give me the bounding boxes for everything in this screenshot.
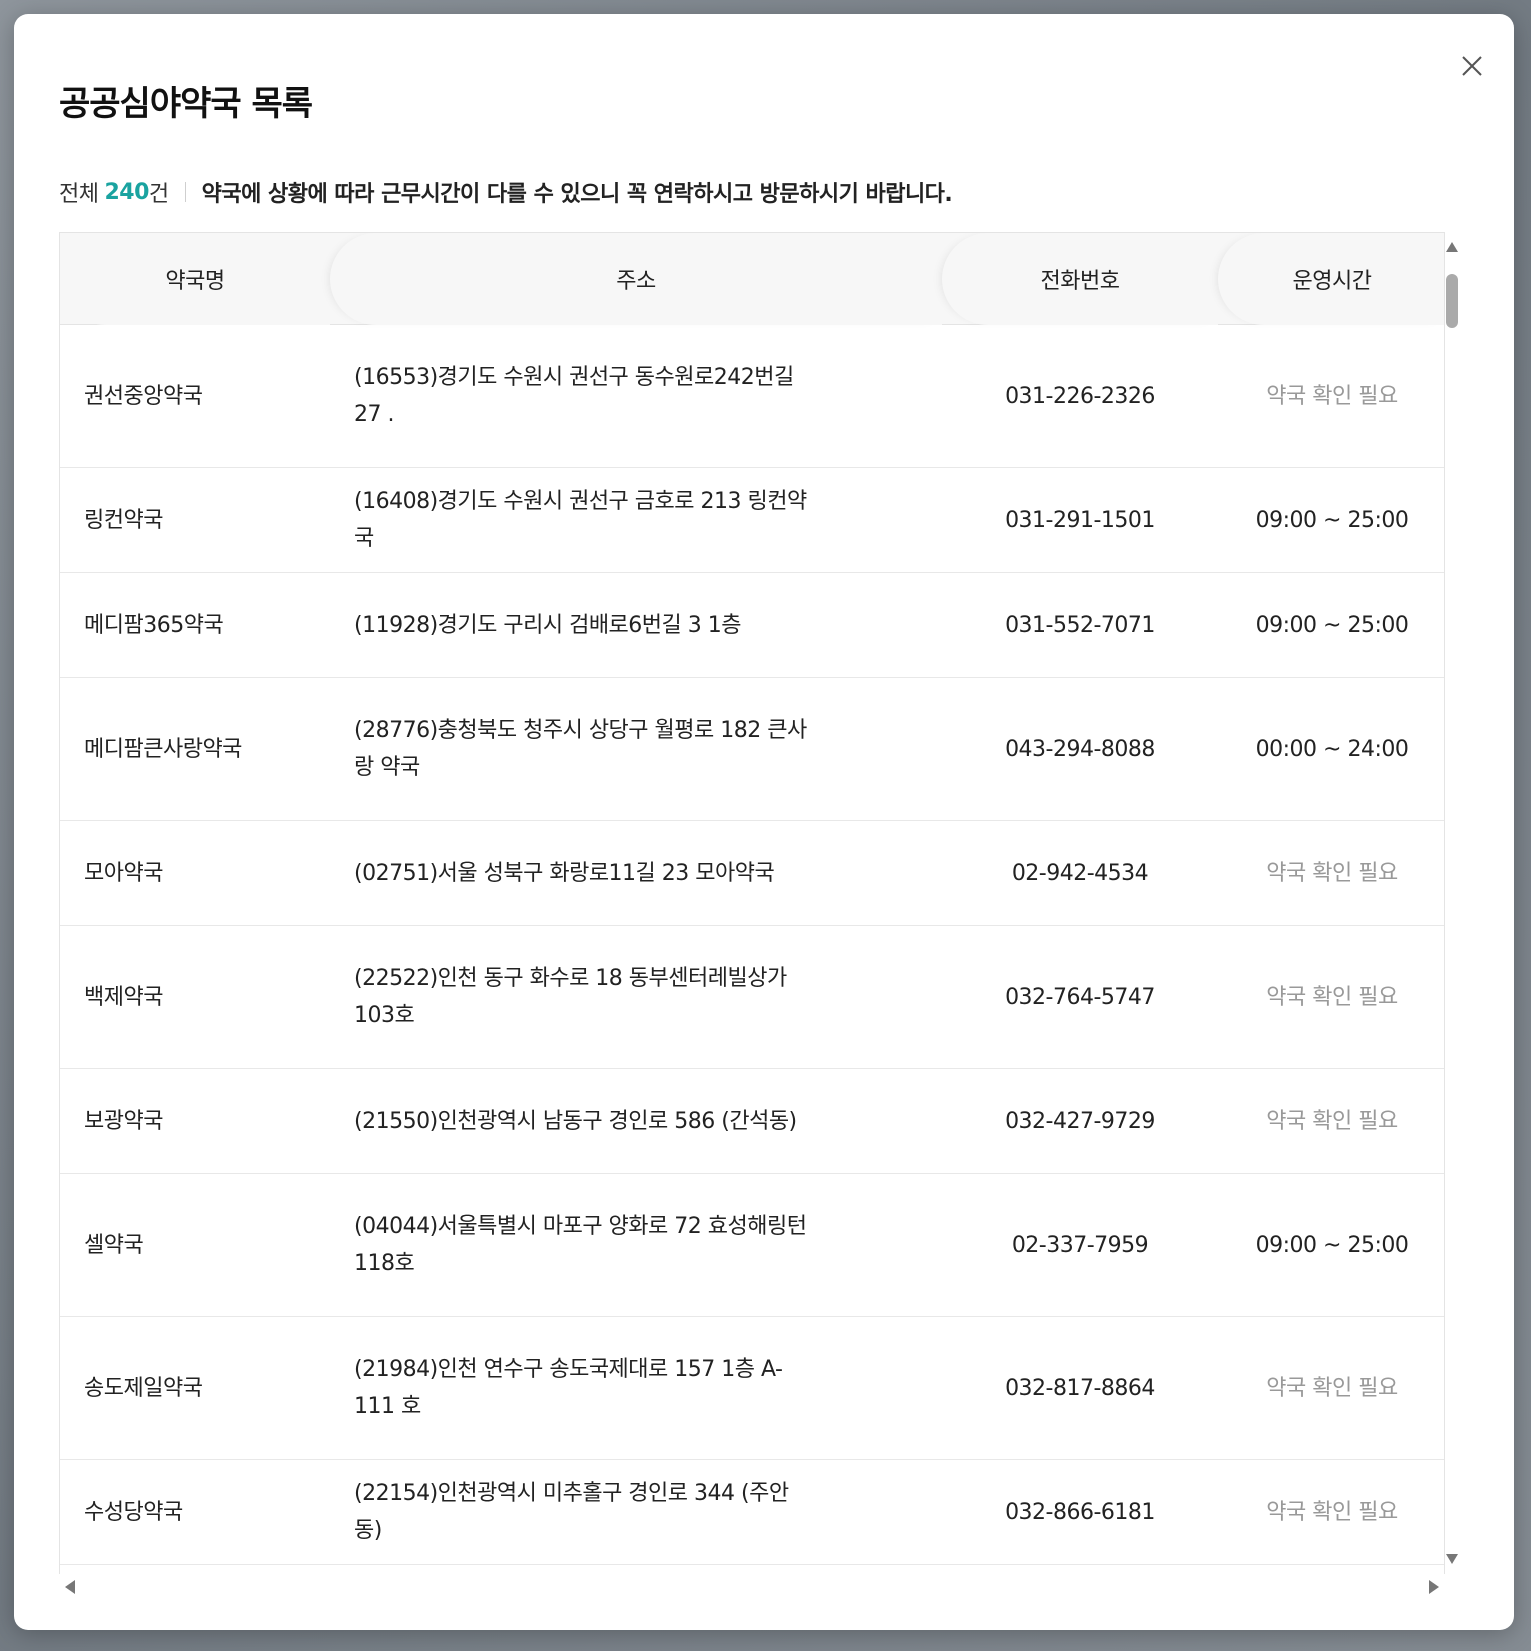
pharmacy-name: 수성당약국 bbox=[84, 1499, 183, 1525]
pharmacy-address: (11928)경기도 구리시 검배로6번길 3 1층 bbox=[354, 612, 742, 638]
pharmacy-phone: 031-552-7071 bbox=[1005, 612, 1155, 638]
close-button[interactable] bbox=[1456, 50, 1488, 82]
pharmacy-phone: 032-764-5747 bbox=[1005, 984, 1155, 1010]
pharmacy-address: (16408)경기도 수원시 권선구 금호로 213 링컨약국 bbox=[354, 489, 807, 551]
pharmacy-hours: 09:00 ~ 25:00 bbox=[1255, 612, 1409, 638]
pharmacy-hours: 약국 확인 필요 bbox=[1266, 860, 1398, 886]
pharmacy-hours: 09:00 ~ 25:00 bbox=[1255, 1232, 1409, 1258]
table-row[interactable]: 모아약국 (02751)서울 성북구 화랑로11길 23 모아약국 02-942… bbox=[60, 821, 1444, 926]
pharmacy-name: 권선중앙약국 bbox=[84, 383, 203, 409]
pharmacy-hours: 약국 확인 필요 bbox=[1266, 1108, 1398, 1134]
table-row[interactable]: 보광약국 (21550)인천광역시 남동구 경인로 586 (간석동) 032-… bbox=[60, 1069, 1444, 1174]
pharmacy-address: (16553)경기도 수원시 권선구 동수원로242번길 27 . bbox=[354, 365, 794, 427]
scroll-up-icon[interactable] bbox=[1446, 242, 1458, 252]
pharmacy-list-modal: 공공심야약국 목록 전체 240 건 약국에 상황에 따라 근무시간이 다를 수… bbox=[14, 14, 1514, 1630]
pharmacy-phone: 031-291-1501 bbox=[1005, 507, 1155, 533]
pharmacy-table-container: 약국명 주소 전화번호 운영시간 권선중앙약국 (16553)경기도 수원시 권… bbox=[59, 232, 1459, 1598]
modal-title: 공공심야약국 목록 bbox=[59, 84, 313, 124]
scroll-left-icon[interactable] bbox=[65, 1580, 75, 1594]
column-header-address: 주소 bbox=[330, 233, 942, 325]
pharmacy-hours: 약국 확인 필요 bbox=[1266, 1375, 1398, 1401]
vertical-scrollbar[interactable] bbox=[1445, 232, 1459, 1574]
pharmacy-hours: 약국 확인 필요 bbox=[1266, 383, 1398, 409]
pharmacy-address: (02751)서울 성북구 화랑로11길 23 모아약국 bbox=[354, 860, 775, 886]
pharmacy-address: (22154)인천광역시 미추홀구 경인로 344 (주안동) bbox=[354, 1481, 789, 1543]
column-header-hours: 운영시간 bbox=[1218, 233, 1444, 325]
pharmacy-address: (21984)인천 연수구 송도국제대로 157 1층 A-111 호 bbox=[354, 1357, 783, 1419]
hours-notice: 약국에 상황에 따라 근무시간이 다를 수 있으니 꼭 연락하시고 방문하시기 … bbox=[201, 182, 953, 207]
pharmacy-address: (04044)서울특별시 마포구 양화로 72 효성해링턴 118호 bbox=[354, 1214, 807, 1276]
total-count: 240 bbox=[104, 179, 149, 205]
pharmacy-hours: 약국 확인 필요 bbox=[1266, 1499, 1398, 1525]
pharmacy-phone: 02-942-4534 bbox=[1011, 860, 1149, 886]
pharmacy-phone: 032-866-6181 bbox=[1005, 1499, 1155, 1525]
total-suffix: 건 bbox=[148, 182, 169, 207]
table-row[interactable]: 메디팜큰사랑약국 (28776)충청북도 청주시 상당구 월평로 182 큰사랑… bbox=[60, 678, 1444, 821]
horizontal-scrollbar[interactable] bbox=[59, 1574, 1445, 1598]
table-body: 권선중앙약국 (16553)경기도 수원시 권선구 동수원로242번길 27 .… bbox=[60, 325, 1444, 1565]
pharmacy-phone: 032-427-9729 bbox=[1005, 1108, 1155, 1134]
scroll-down-icon[interactable] bbox=[1446, 1554, 1458, 1564]
pharmacy-address: (28776)충청북도 청주시 상당구 월평로 182 큰사랑 약국 bbox=[354, 718, 807, 780]
scroll-right-icon[interactable] bbox=[1429, 1580, 1439, 1594]
table-row[interactable]: 셀약국 (04044)서울특별시 마포구 양화로 72 효성해링턴 118호 0… bbox=[60, 1174, 1444, 1317]
close-icon bbox=[1462, 56, 1482, 76]
table-row[interactable]: 메디팜365약국 (11928)경기도 구리시 검배로6번길 3 1층 031-… bbox=[60, 573, 1444, 678]
pharmacy-phone: 031-226-2326 bbox=[1005, 383, 1155, 409]
table-row[interactable]: 수성당약국 (22154)인천광역시 미추홀구 경인로 344 (주안동) 03… bbox=[60, 1460, 1444, 1565]
pharmacy-name: 셀약국 bbox=[84, 1232, 144, 1258]
pharmacy-name: 모아약국 bbox=[84, 860, 163, 886]
pharmacy-table: 약국명 주소 전화번호 운영시간 권선중앙약국 (16553)경기도 수원시 권… bbox=[59, 232, 1445, 1574]
pharmacy-name: 메디팜큰사랑약국 bbox=[84, 736, 242, 762]
vertical-scroll-thumb[interactable] bbox=[1446, 274, 1458, 328]
table-row[interactable]: 백제약국 (22522)인천 동구 화수로 18 동부센터레빌상가 103호 0… bbox=[60, 926, 1444, 1069]
summary-divider bbox=[184, 182, 186, 202]
pharmacy-address: (22522)인천 동구 화수로 18 동부센터레빌상가 103호 bbox=[354, 966, 787, 1028]
table-row[interactable]: 링컨약국 (16408)경기도 수원시 권선구 금호로 213 링컨약국 031… bbox=[60, 468, 1444, 573]
pharmacy-name: 백제약국 bbox=[84, 984, 163, 1010]
pharmacy-phone: 032-817-8864 bbox=[1005, 1375, 1155, 1401]
pharmacy-name: 링컨약국 bbox=[84, 507, 163, 533]
table-row[interactable]: 권선중앙약국 (16553)경기도 수원시 권선구 동수원로242번길 27 .… bbox=[60, 325, 1444, 468]
pharmacy-hours: 00:00 ~ 24:00 bbox=[1255, 736, 1409, 762]
pharmacy-phone: 02-337-7959 bbox=[1011, 1232, 1149, 1258]
pharmacy-name: 메디팜365약국 bbox=[84, 612, 224, 638]
pharmacy-hours: 09:00 ~ 25:00 bbox=[1255, 507, 1409, 533]
pharmacy-address: (21550)인천광역시 남동구 경인로 586 (간석동) bbox=[354, 1108, 797, 1134]
column-header-phone: 전화번호 bbox=[942, 233, 1218, 325]
pharmacy-name: 보광약국 bbox=[84, 1108, 163, 1134]
total-prefix: 전체 bbox=[59, 182, 99, 207]
summary-bar: 전체 240 건 약국에 상황에 따라 근무시간이 다를 수 있으니 꼭 연락하… bbox=[59, 176, 953, 208]
table-row[interactable]: 송도제일약국 (21984)인천 연수구 송도국제대로 157 1층 A-111… bbox=[60, 1317, 1444, 1460]
table-header: 약국명 주소 전화번호 운영시간 bbox=[60, 233, 1444, 325]
pharmacy-name: 송도제일약국 bbox=[84, 1375, 203, 1401]
pharmacy-hours: 약국 확인 필요 bbox=[1266, 984, 1398, 1010]
column-header-name: 약국명 bbox=[60, 233, 330, 325]
pharmacy-phone: 043-294-8088 bbox=[1005, 736, 1155, 762]
